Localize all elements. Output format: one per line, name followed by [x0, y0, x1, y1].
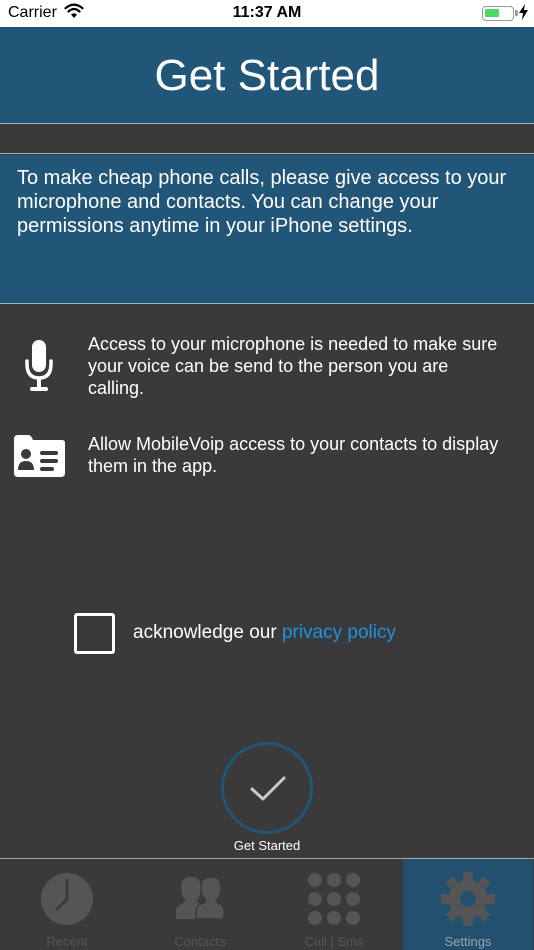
- contact-card-icon: [12, 433, 66, 484]
- privacy-acknowledge-row: acknowledge our privacy policy: [74, 613, 494, 655]
- privacy-checkbox[interactable]: [74, 613, 115, 654]
- gear-icon: [403, 871, 533, 932]
- get-started-label: Get Started: [233, 838, 301, 853]
- tab-call-sms[interactable]: Call | Sms: [269, 859, 399, 950]
- contacts-permission-text: Allow MobileVoip access to your contacts…: [88, 434, 499, 476]
- get-started-button[interactable]: [221, 742, 313, 834]
- privacy-label: acknowledge our privacy policy: [133, 622, 396, 644]
- battery-nub: [515, 10, 518, 16]
- acknowledge-text: acknowledge our: [133, 622, 282, 643]
- tab-contacts[interactable]: Contacts: [135, 859, 265, 950]
- people-icon: [135, 871, 265, 932]
- header-bar: Get Started: [0, 27, 534, 124]
- separator-band: [0, 124, 534, 154]
- page-title: Get Started: [154, 51, 380, 100]
- microphone-permission-text: Access to your microphone is needed to m…: [88, 334, 498, 398]
- keypad-icon: [269, 871, 399, 932]
- tab-settings[interactable]: Settings: [403, 859, 533, 950]
- privacy-policy-link[interactable]: privacy policy: [282, 622, 396, 643]
- charging-icon: [519, 4, 528, 25]
- tab-recent[interactable]: Recent: [2, 859, 132, 950]
- clock-time: 11:37 AM: [232, 4, 302, 21]
- tab-call-sms-label: Call | Sms: [304, 934, 364, 949]
- status-bar: Carrier 11:37 AM: [0, 0, 534, 27]
- battery-fill: [485, 9, 499, 17]
- tab-contacts-label: Contacts: [174, 934, 226, 949]
- clock-icon: [2, 871, 132, 932]
- tab-recent-label: Recent: [46, 934, 88, 949]
- permission-contacts: Allow MobileVoip access to your contacts…: [0, 433, 534, 483]
- permission-microphone: Access to your microphone is needed to m…: [0, 333, 534, 403]
- microphone-icon: [24, 339, 54, 398]
- tab-bar: Recent Contacts Call | Sms Settings: [0, 858, 534, 950]
- battery-icon: [482, 6, 514, 21]
- intro-text: To make cheap phone calls, please give a…: [0, 155, 534, 304]
- tab-settings-label: Settings: [444, 934, 492, 949]
